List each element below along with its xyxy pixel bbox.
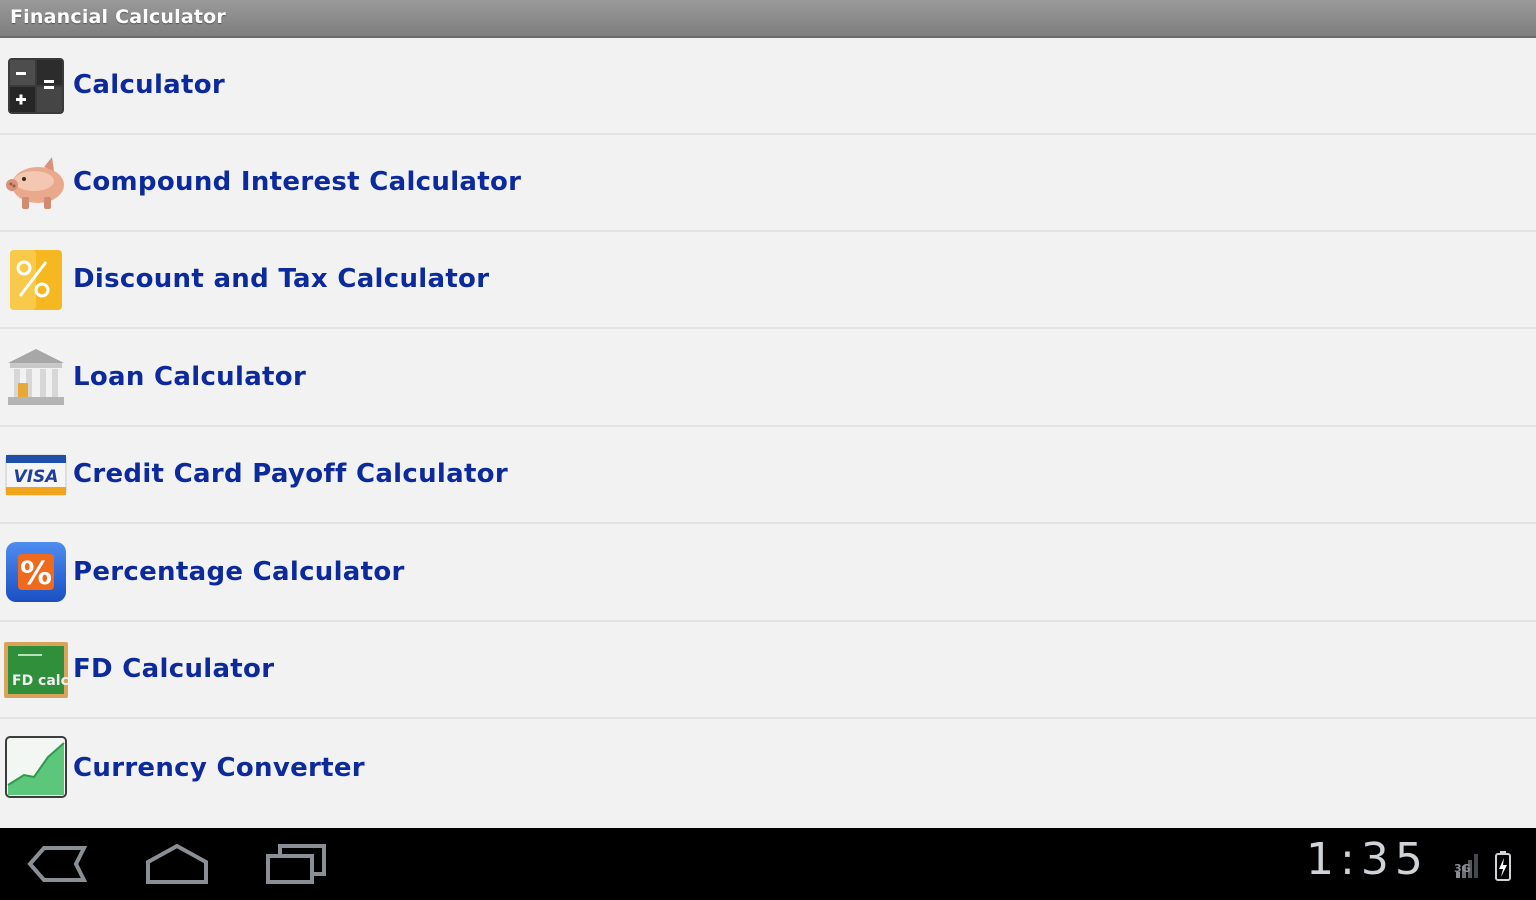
- back-icon: [27, 846, 88, 882]
- calculator-list: Calculator Compound Interest Calculator: [0, 38, 1536, 828]
- list-item-label: Currency Converter: [73, 753, 365, 783]
- list-item-label: Compound Interest Calculator: [73, 167, 522, 197]
- recent-apps-button[interactable]: [264, 842, 328, 886]
- visa-card-icon: VISA: [4, 443, 68, 507]
- status-clock[interactable]: 1:35: [1306, 834, 1429, 885]
- list-item-label: FD Calculator: [73, 654, 275, 684]
- percentage-icon: %: [4, 540, 68, 604]
- back-button[interactable]: [26, 842, 88, 886]
- list-item-label: Calculator: [73, 70, 226, 100]
- list-item-currency-converter[interactable]: Currency Converter: [0, 719, 1536, 818]
- home-icon: [146, 843, 208, 884]
- app-title: Financial Calculator: [10, 6, 226, 28]
- list-item-calculator[interactable]: Calculator: [0, 38, 1536, 135]
- list-item-label: Discount and Tax Calculator: [73, 264, 490, 294]
- status-icons[interactable]: 3G: [1452, 848, 1522, 884]
- list-item-label: Credit Card Payoff Calculator: [73, 459, 508, 489]
- list-item-discount-tax[interactable]: Discount and Tax Calculator: [0, 232, 1536, 329]
- list-item-label: Loan Calculator: [73, 362, 307, 392]
- calculator-icon: [4, 54, 68, 118]
- home-button[interactable]: [144, 842, 210, 886]
- piggy-bank-icon: [4, 151, 68, 215]
- battery-icon: [1495, 851, 1511, 881]
- list-item-label: Percentage Calculator: [73, 557, 405, 587]
- svg-text:VISA: VISA: [14, 467, 59, 487]
- list-item-loan[interactable]: Loan Calculator: [0, 329, 1536, 427]
- svg-text:FD calc: FD calc: [12, 673, 68, 689]
- title-bar: Financial Calculator: [0, 0, 1536, 38]
- recent-apps-icon: [266, 844, 326, 884]
- svg-text:%: %: [20, 554, 52, 592]
- list-item-credit-card-payoff[interactable]: VISA Credit Card Payoff Calculator: [0, 427, 1536, 524]
- discount-tag-icon: [4, 248, 68, 312]
- growth-chart-icon: [4, 735, 68, 799]
- list-item-fd[interactable]: FD calc FD Calculator: [0, 622, 1536, 719]
- bank-icon: [4, 345, 68, 409]
- list-item-percentage[interactable]: % Percentage Calculator: [0, 524, 1536, 622]
- network-type: 3G: [1454, 862, 1471, 875]
- list-item-compound-interest[interactable]: Compound Interest Calculator: [0, 135, 1536, 232]
- fd-board-icon: FD calc: [4, 638, 68, 702]
